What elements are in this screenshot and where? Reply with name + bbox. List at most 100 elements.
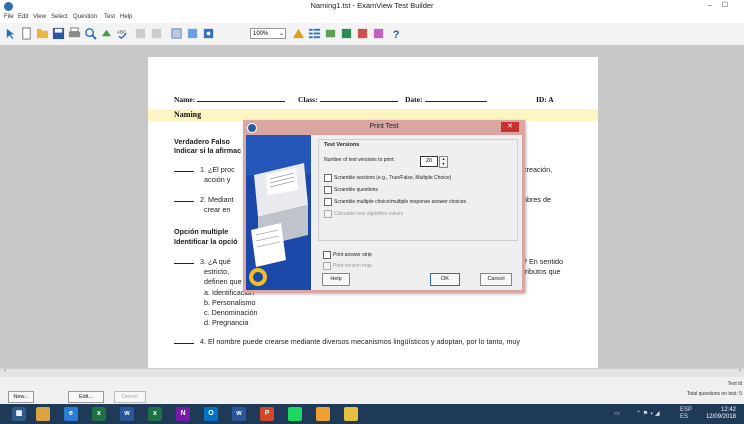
answer-strip-label: Print answer strip (333, 252, 372, 258)
question-1-line2: acción y (204, 175, 231, 184)
toolbar: ABC 100% ⌄ ? (0, 23, 744, 46)
answer-key-icon[interactable] (356, 27, 369, 40)
choice-b[interactable]: b. Personalismo (204, 298, 256, 308)
delete-button[interactable]: Delete (114, 391, 146, 403)
question-3-line2: estricto, (204, 267, 230, 276)
scramble-choices-checkbox[interactable] (324, 198, 332, 206)
menu-question[interactable]: Question (73, 14, 97, 20)
scramble-questions-checkbox[interactable] (324, 186, 332, 194)
question-text: El nombre puede crearse mediante diverso… (208, 337, 521, 346)
question-4[interactable]: 4. El nombre puede crearse mediante dive… (174, 337, 520, 347)
question-1[interactable]: 1. ¿El proc (174, 165, 235, 175)
name-label: Name: (174, 95, 196, 104)
start-icon[interactable]: ▦ (12, 407, 26, 421)
question-3-right2: tributos que (523, 267, 561, 276)
help-button[interactable]: Help (322, 273, 350, 286)
new-button[interactable]: New... (8, 391, 34, 403)
menu-edit[interactable]: Edit (18, 14, 28, 20)
group-title: Test Versions (324, 142, 360, 148)
replace-icon[interactable] (100, 27, 113, 40)
search-icon[interactable] (84, 27, 97, 40)
menu-file[interactable]: File (4, 14, 14, 20)
open-folder-icon[interactable] (36, 27, 49, 40)
question-2-right: nbres de (523, 195, 551, 204)
spotify-icon[interactable] (288, 407, 302, 421)
version-map-label: Print version map (333, 263, 372, 269)
excel-icon[interactable]: x (148, 407, 162, 421)
examview-icon[interactable] (344, 407, 358, 421)
question-list-icon[interactable] (308, 27, 321, 40)
outlook-icon[interactable]: O (204, 407, 218, 421)
horizontal-scrollbar[interactable]: ‹ › (0, 368, 744, 377)
keyboard-icon[interactable]: ▭ (614, 410, 620, 417)
calculate-algorithm-checkbox[interactable] (324, 210, 332, 218)
lang-code: ESP (680, 407, 693, 413)
chrome-icon[interactable] (316, 407, 330, 421)
layout-icon[interactable] (186, 27, 199, 40)
spellcheck-icon[interactable]: ABC (116, 27, 129, 40)
class-label: Class: (298, 95, 318, 104)
date-field: Date: (405, 95, 487, 104)
question-wizard-icon[interactable] (292, 27, 305, 40)
copy-icon[interactable] (150, 27, 163, 40)
menu-help[interactable]: Help (120, 14, 132, 20)
question-text: ¿A qué (208, 257, 231, 266)
print-icon[interactable] (68, 27, 81, 40)
language-indicator[interactable]: ESP ES (680, 407, 692, 421)
question-3[interactable]: 3. ¿A qué (174, 257, 231, 267)
graphic-icon[interactable] (202, 27, 215, 40)
ok-button[interactable]: OK (430, 273, 460, 286)
clock[interactable]: 12:42 12/09/2018 (706, 407, 736, 421)
excel-icon[interactable]: x (92, 407, 106, 421)
answer-blank (174, 257, 194, 264)
section2-title: Opción multiple (174, 227, 229, 236)
save-icon[interactable] (52, 27, 65, 40)
menu-select[interactable]: Select (51, 14, 68, 20)
folder-icon[interactable] (36, 407, 50, 421)
clock-date: 12/09/2018 (705, 414, 736, 420)
word-icon[interactable]: w (232, 407, 246, 421)
choice-c[interactable]: c. Denominación (204, 308, 258, 318)
answer-strip-checkbox[interactable] (323, 251, 331, 259)
calculate-algorithm-label: Calculate new algorithm values (334, 211, 404, 217)
pointer-icon[interactable] (4, 27, 17, 40)
edit-button[interactable]: Edit... (68, 391, 104, 403)
question-3-right1: ? En sentido (523, 257, 563, 266)
close-icon[interactable]: ✕ (501, 122, 519, 132)
tray-icons[interactable]: ⌃ ⚑ ◖ ◢ (636, 410, 660, 417)
menu-view[interactable]: View (33, 14, 46, 20)
question-2[interactable]: 2. Mediant (174, 195, 234, 205)
statistics-icon[interactable] (372, 27, 385, 40)
cancel-button[interactable]: Cancel (480, 273, 512, 286)
section1-instruction: Indicar si la afirmac (174, 146, 242, 155)
scramble-sections-checkbox[interactable] (324, 174, 332, 182)
class-line (319, 95, 398, 102)
cut-icon[interactable] (134, 27, 147, 40)
edit-question-icon[interactable] (324, 27, 337, 40)
test-icon[interactable] (340, 27, 353, 40)
spin-buttons[interactable]: ▲ ▼ (439, 156, 448, 168)
zoom-select[interactable]: 100% ⌄ (250, 28, 286, 39)
chevron-down-icon: ⌄ (278, 31, 284, 37)
new-file-icon[interactable] (20, 27, 33, 40)
word-icon[interactable]: w (120, 407, 134, 421)
edge-icon[interactable]: e (64, 407, 78, 421)
scroll-left-icon[interactable]: ‹ (4, 368, 6, 374)
help-icon[interactable]: ? (390, 27, 403, 40)
window-controls[interactable]: – ☐ (708, 1, 732, 9)
test-versions-group: Test Versions Number of test versions to… (318, 139, 518, 241)
powerpoint-icon[interactable]: P (260, 407, 274, 421)
dialog-title-bar[interactable]: Print Test ✕ (243, 120, 525, 134)
scramble-questions-label: Scramble questions (334, 187, 378, 193)
paste-icon[interactable] (170, 27, 183, 40)
menu-test[interactable]: Test (104, 14, 115, 20)
title-bar: Naming1.tst - ExamView Test Builder – ☐ (0, 0, 744, 13)
choice-d[interactable]: d. Pregnancia (204, 318, 248, 328)
answer-blank (174, 195, 194, 202)
onenote-icon[interactable]: N (176, 407, 190, 421)
dialog-body: Test Versions Number of test versions to… (246, 135, 522, 290)
scroll-right-icon[interactable]: › (739, 368, 741, 374)
versions-input[interactable]: 20 (420, 156, 438, 167)
versions-label: Number of test versions to print: (324, 157, 395, 163)
version-map-checkbox[interactable] (323, 262, 331, 270)
